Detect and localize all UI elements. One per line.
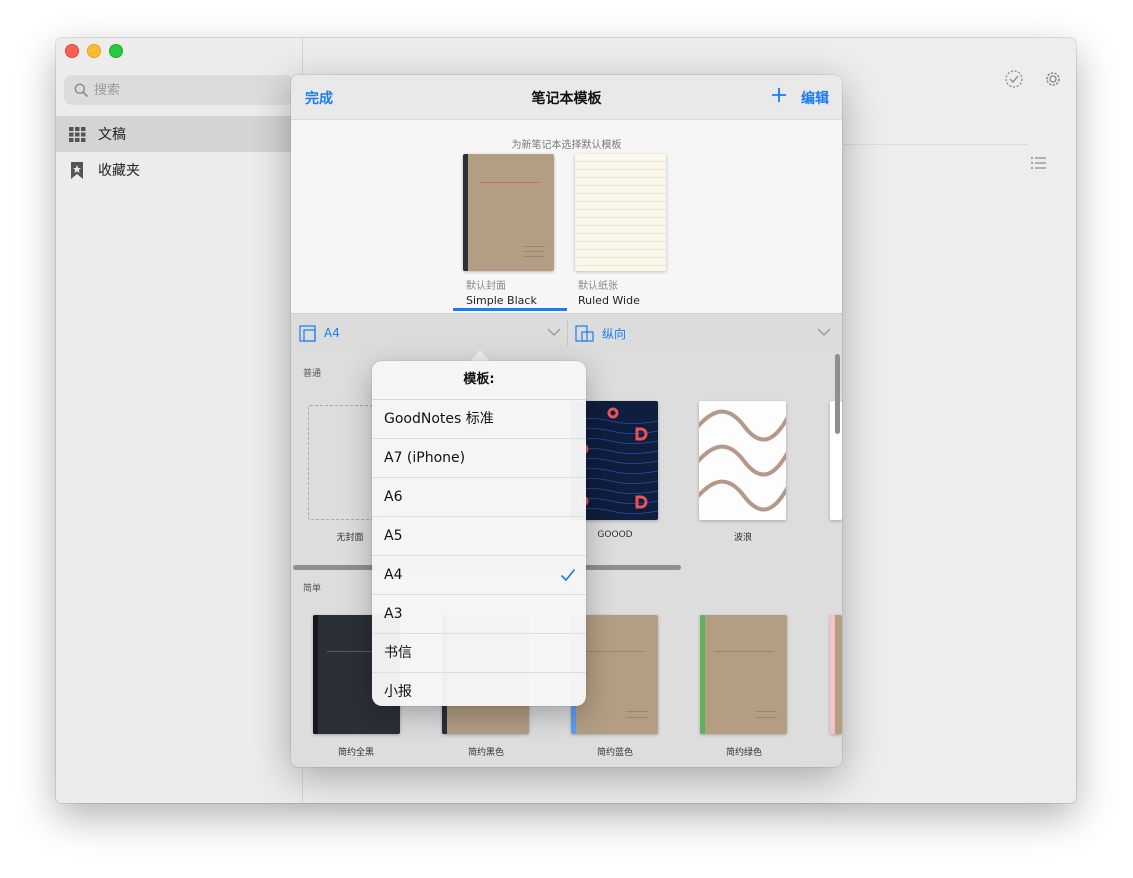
sidebar-item-documents[interactable]: 文稿	[56, 116, 302, 152]
orientation-label: 纵向	[602, 326, 627, 341]
menu-item-label: A5	[384, 528, 403, 544]
menu-item-label: 书信	[384, 645, 412, 661]
cover-item-simple-green[interactable]	[700, 615, 787, 734]
menu-item-label: 小报	[384, 684, 412, 700]
minimize-window-button[interactable]	[87, 44, 101, 58]
divider	[567, 320, 568, 346]
menu-arrow	[470, 350, 490, 361]
size-label: A4	[324, 326, 340, 340]
cover-caption: 简约绿色	[725, 748, 762, 758]
list-icon[interactable]	[1028, 152, 1050, 174]
sidebar: 文稿 收藏夹	[56, 38, 303, 803]
sidebar-item-favorites[interactable]: 收藏夹	[56, 152, 302, 188]
menu-item-label: A4	[384, 567, 403, 583]
template-size-menu: 模板: GoodNotes 标准 A7 (iPhone) A6 A5 A4 A3…	[372, 361, 586, 706]
search-input[interactable]	[92, 81, 276, 99]
edit-button[interactable]: 编辑	[801, 88, 829, 108]
default-cover-name: Simple Black	[466, 294, 537, 307]
default-templates-hint: 为新笔记本选择默认模板	[511, 140, 622, 151]
default-paper[interactable]: 默认纸张 Ruled Wide	[575, 154, 675, 307]
page-size-icon	[299, 324, 316, 342]
cover-caption: 简约蓝色	[596, 748, 633, 758]
vertical-scrollbar[interactable]	[835, 354, 840, 434]
default-paper-caption: 默认纸张	[578, 281, 618, 292]
menu-item-label: GoodNotes 标准	[384, 411, 494, 427]
divider	[843, 144, 1028, 145]
menu-item[interactable]: A3	[372, 595, 586, 634]
size-selector[interactable]: A4	[299, 314, 561, 352]
menu-item[interactable]: A5	[372, 517, 586, 556]
menu-item[interactable]: A7 (iPhone)	[372, 439, 586, 478]
orientation-selector[interactable]: 纵向	[575, 314, 831, 352]
search-field[interactable]	[64, 75, 294, 105]
section-label: 简单	[303, 584, 322, 594]
orientation-icon	[575, 324, 594, 342]
cover-item-partial[interactable]	[830, 615, 842, 734]
paper-thumbnail	[575, 154, 666, 271]
search-icon	[74, 83, 88, 97]
cover-caption: 简约黑色	[467, 748, 504, 758]
menu-item[interactable]: GoodNotes 标准	[372, 400, 586, 439]
menu-title: 模板:	[372, 361, 586, 400]
window-controls	[65, 44, 123, 58]
menu-item[interactable]: A6	[372, 478, 586, 517]
popover-title: 笔记本模板	[531, 91, 602, 107]
menu-item-label: A7 (iPhone)	[384, 450, 466, 466]
menu-item-label: A3	[384, 606, 403, 622]
popover-header: 完成 笔记本模板 编辑	[291, 75, 842, 120]
checkmark-icon	[560, 568, 576, 582]
options-bar: A4 纵向	[291, 313, 842, 353]
close-window-button[interactable]	[65, 44, 79, 58]
gear-icon[interactable]	[1042, 68, 1064, 90]
cover-thumbnail	[463, 154, 554, 271]
checkmark-circle-icon[interactable]	[1003, 68, 1025, 90]
section-label: 普通	[303, 369, 322, 379]
default-templates: 为新笔记本选择默认模板 默认封面 Simple Black 默认纸张 Ruled…	[291, 120, 842, 313]
grid-icon	[68, 125, 86, 143]
wave-pattern	[699, 409, 786, 512]
plus-icon[interactable]	[770, 86, 788, 104]
chevron-down-icon	[817, 328, 831, 336]
menu-item-label: A6	[384, 489, 403, 505]
cover-caption: 简约全黑	[337, 748, 374, 758]
zoom-window-button[interactable]	[109, 44, 123, 58]
selected-tab-indicator	[453, 308, 567, 311]
default-cover[interactable]: 默认封面 Simple Black	[463, 154, 563, 307]
chevron-down-icon	[547, 328, 561, 336]
menu-item[interactable]: 书信	[372, 634, 586, 673]
bookmark-star-icon	[68, 161, 86, 179]
sidebar-item-label: 文稿	[98, 127, 126, 143]
cover-item-wave[interactable]	[699, 401, 786, 520]
menu-item-selected[interactable]: A4	[372, 556, 586, 595]
cover-caption: 波浪	[733, 533, 752, 543]
menu-item[interactable]: 小报	[372, 673, 586, 706]
sidebar-item-label: 收藏夹	[98, 163, 140, 179]
default-paper-name: Ruled Wide	[578, 294, 640, 307]
default-cover-caption: 默认封面	[466, 281, 506, 292]
